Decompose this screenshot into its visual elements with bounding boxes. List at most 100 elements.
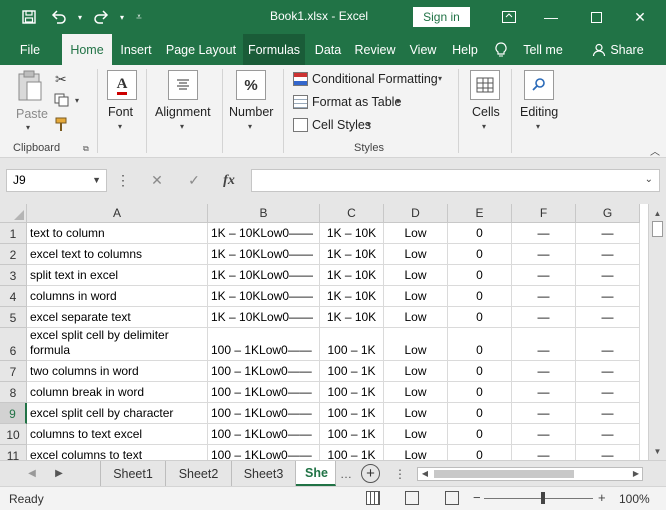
zoom-in-button[interactable]: + [598,490,606,505]
more-options-icon[interactable]: ⋮ [116,169,130,192]
table-cell[interactable]: — [512,244,576,265]
table-cell[interactable]: 100 – 1K [320,445,384,460]
tab-file[interactable]: File [11,34,49,65]
zoom-slider-track[interactable] [484,498,593,499]
table-cell[interactable]: 100 – 1KLow0—— [208,445,320,460]
table-cell[interactable]: 0 [448,382,512,403]
scroll-up-icon[interactable]: ▲ [652,208,663,219]
copy-icon[interactable] [54,93,70,110]
table-cell[interactable]: column break in word [27,382,208,403]
page-break-preview-icon[interactable] [445,491,459,505]
row-header[interactable]: 9 [0,403,27,424]
paste-icon[interactable] [16,70,44,104]
insert-function-button[interactable]: fx [217,169,241,192]
horizontal-scrollbar[interactable]: ◀ ▶ [417,467,643,481]
table-cell[interactable]: 100 – 1KLow0—— [208,424,320,445]
percent-icon[interactable]: % [236,70,266,100]
table-cell[interactable]: 1K – 10K [320,286,384,307]
table-cell[interactable]: — [512,361,576,382]
number-dropdown-icon[interactable]: ▾ [248,122,252,131]
table-cell[interactable]: text to column [27,223,208,244]
table-cell[interactable]: 0 [448,223,512,244]
table-cell[interactable]: 0 [448,307,512,328]
table-cell[interactable]: Low [384,382,448,403]
tab-view[interactable]: View [404,34,442,65]
column-header[interactable]: G [576,204,640,223]
table-cell[interactable]: 100 – 1KLow0—— [208,403,320,424]
add-sheet-icon[interactable]: + [361,464,380,483]
copy-dropdown-icon[interactable]: ▾ [75,96,79,105]
font-icon[interactable]: A [107,70,137,100]
customize-icon[interactable]: ⩡ [128,0,150,34]
cells-icon[interactable] [470,70,500,100]
table-cell[interactable]: columns to text excel [27,424,208,445]
select-all-button[interactable] [0,204,27,223]
sheet-tab-sheet1[interactable]: Sheet1 [100,461,166,486]
sheet-tab-active[interactable]: She [296,461,336,486]
table-cell[interactable]: 100 – 1K [320,328,384,361]
row-header[interactable]: 3 [0,265,27,286]
table-cell[interactable]: 0 [448,286,512,307]
conditional-formatting-label[interactable]: Conditional Formatting [312,72,438,86]
sheet-tab-sheet3[interactable]: Sheet3 [232,461,296,486]
table-cell[interactable]: 1K – 10K [320,244,384,265]
prev-sheet-icon[interactable]: ◀ [24,461,40,486]
table-cell[interactable]: Low [384,328,448,361]
row-header[interactable]: 10 [0,424,27,445]
row-header[interactable]: 5 [0,307,27,328]
tab-data[interactable]: Data [310,34,346,65]
format-as-table-dropdown-icon[interactable]: ▾ [396,97,400,106]
table-cell[interactable]: 0 [448,424,512,445]
table-cell[interactable]: — [512,286,576,307]
table-cell[interactable]: Low [384,403,448,424]
expand-formula-bar-icon[interactable]: ⌄ [645,174,653,185]
name-box-dropdown-icon[interactable]: ▼ [92,170,101,191]
table-cell[interactable]: 1K – 10KLow0—— [208,265,320,286]
format-painter-icon[interactable] [55,116,71,135]
table-cell[interactable]: 100 – 1KLow0—— [208,328,320,361]
table-cell[interactable]: — [576,328,640,361]
table-cell[interactable]: Low [384,307,448,328]
table-cell[interactable]: Low [384,265,448,286]
column-header[interactable]: F [512,204,576,223]
table-cell[interactable]: excel columns to text [27,445,208,460]
table-cell[interactable]: 100 – 1K [320,403,384,424]
redo-dropdown-icon[interactable]: ▾ [116,0,128,34]
table-cell[interactable]: — [576,382,640,403]
tab-insert[interactable]: Insert [114,34,158,65]
table-cell[interactable]: — [512,424,576,445]
minimize-icon[interactable]: — [531,0,571,34]
save-icon[interactable] [14,0,44,34]
column-header[interactable]: C [320,204,384,223]
table-cell[interactable]: — [576,286,640,307]
table-cell[interactable]: 1K – 10KLow0—— [208,286,320,307]
table-cell[interactable]: excel text to columns [27,244,208,265]
search-icon[interactable] [524,70,554,100]
tab-help[interactable]: Help [447,34,483,65]
table-cell[interactable]: 100 – 1KLow0—— [208,382,320,403]
table-cell[interactable]: — [576,244,640,265]
cell-styles-icon[interactable] [293,118,308,132]
alignment-dropdown-icon[interactable]: ▾ [180,122,184,131]
zoom-slider-thumb[interactable] [541,492,545,504]
table-cell[interactable]: — [576,307,640,328]
enter-check-icon[interactable]: ✓ [182,169,206,192]
table-cell[interactable]: Low [384,223,448,244]
share-button[interactable]: Share [609,34,645,65]
worksheet-grid[interactable]: A B C D E F G 1 text to column 1K – 10KLow0—— 1K –… [0,204,648,460]
maximize-icon[interactable] [576,0,616,34]
horizontal-scroll-thumb[interactable] [434,470,574,478]
row-header[interactable]: 7 [0,361,27,382]
table-cell[interactable]: — [576,361,640,382]
table-cell[interactable]: 100 – 1K [320,424,384,445]
table-cell[interactable]: Low [384,445,448,460]
column-header[interactable]: E [448,204,512,223]
table-cell[interactable]: 1K – 10K [320,223,384,244]
table-cell[interactable]: 0 [448,403,512,424]
alignment-label[interactable]: Alignment [155,105,211,119]
tab-page-layout[interactable]: Page Layout [162,34,240,65]
normal-view-icon[interactable] [366,491,380,505]
table-cell[interactable]: Low [384,361,448,382]
share-person-icon[interactable] [591,34,607,65]
row-header[interactable]: 6 [0,328,27,361]
